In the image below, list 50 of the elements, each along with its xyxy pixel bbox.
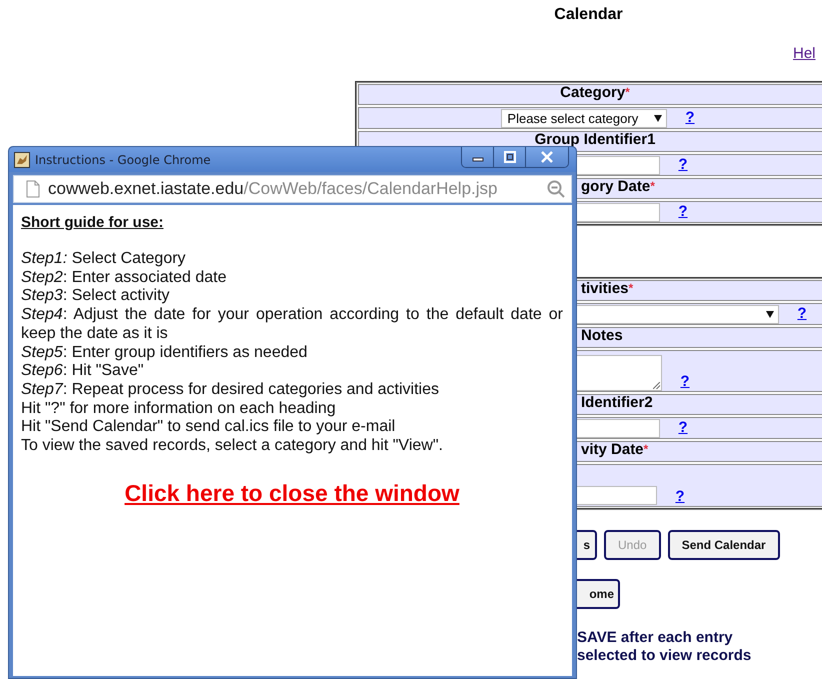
help-link[interactable]: ? bbox=[678, 204, 688, 220]
instruction-line: Step1: Select Category bbox=[21, 250, 187, 269]
instruction-line: Step7: Repeat process for desired categories and activities bbox=[21, 380, 440, 400]
help-link[interactable]: ? bbox=[675, 489, 685, 505]
page-title: Calendar bbox=[554, 6, 623, 25]
address-bar[interactable]: cowweb.exnet.iastate.edu/CowWeb/faces/CalendarHelp.jsp bbox=[13, 175, 572, 203]
field-label: tivities bbox=[581, 281, 629, 297]
maximize-icon bbox=[504, 151, 516, 163]
field-label: vity Date bbox=[581, 442, 644, 458]
field-label: Identifier2 bbox=[581, 395, 653, 411]
close-window-link[interactable]: Click here to close the window bbox=[124, 480, 460, 506]
help-link[interactable]: ? bbox=[678, 157, 688, 173]
page-icon bbox=[26, 180, 40, 198]
field-label: Group Identifier1 bbox=[534, 132, 656, 148]
resize-grip-icon bbox=[653, 382, 660, 389]
category-dropdown[interactable]: Please select category bbox=[501, 108, 668, 128]
field-label: gory Date bbox=[581, 179, 650, 195]
help-link[interactable]: Hel bbox=[793, 45, 816, 62]
required-mark: * bbox=[628, 281, 634, 295]
instruction-line: Step3: Select activity bbox=[21, 287, 171, 306]
instruction-line: Step4: Adjust the date for your operation according to the default date or keep the date as it is bbox=[21, 306, 563, 344]
instruction-line: Step2: Enter associated date bbox=[21, 268, 228, 288]
minimize-button[interactable] bbox=[462, 147, 494, 167]
guide-heading: Short guide for use: bbox=[21, 214, 164, 231]
required-mark: * bbox=[650, 179, 655, 193]
app-icon bbox=[14, 152, 30, 168]
instruction-line: Hit "?" for more information on each heading bbox=[21, 400, 337, 418]
instruction-note: selected to view records bbox=[577, 647, 752, 665]
help-link[interactable]: ? bbox=[685, 110, 695, 126]
help-link[interactable]: ? bbox=[797, 306, 807, 322]
close-button[interactable] bbox=[526, 147, 568, 167]
instruction-line: Step6: Hit "Save" bbox=[21, 362, 145, 381]
instruction-note: SAVE after each entry bbox=[577, 629, 734, 647]
instruction-line: Hit "Send Calendar" to send cal.ics file to your e-mail bbox=[21, 418, 396, 438]
required-mark: * bbox=[644, 442, 648, 456]
help-link[interactable]: ? bbox=[680, 374, 690, 390]
required-mark: * bbox=[625, 85, 630, 99]
caret-icon bbox=[766, 310, 774, 318]
window-title: Instructions - Google Chrome bbox=[35, 152, 211, 166]
close-icon bbox=[540, 151, 554, 163]
instruction-line: To view the saved records, select a category and hit "View". bbox=[21, 437, 444, 456]
caret-icon bbox=[654, 114, 662, 122]
form-button[interactable]: Send Calendar bbox=[668, 530, 780, 560]
field-label: Category bbox=[560, 85, 626, 101]
help-link[interactable]: ? bbox=[678, 420, 688, 436]
maximize-button[interactable] bbox=[494, 147, 526, 167]
url-text: cowweb.exnet.iastate.edu/CowWeb/faces/CalendarHelp.jsp bbox=[48, 179, 498, 199]
instruction-line: Step5: Enter group identifiers as needed bbox=[21, 344, 308, 362]
field-label: Notes bbox=[581, 328, 623, 344]
zoom-icon[interactable] bbox=[547, 180, 565, 198]
